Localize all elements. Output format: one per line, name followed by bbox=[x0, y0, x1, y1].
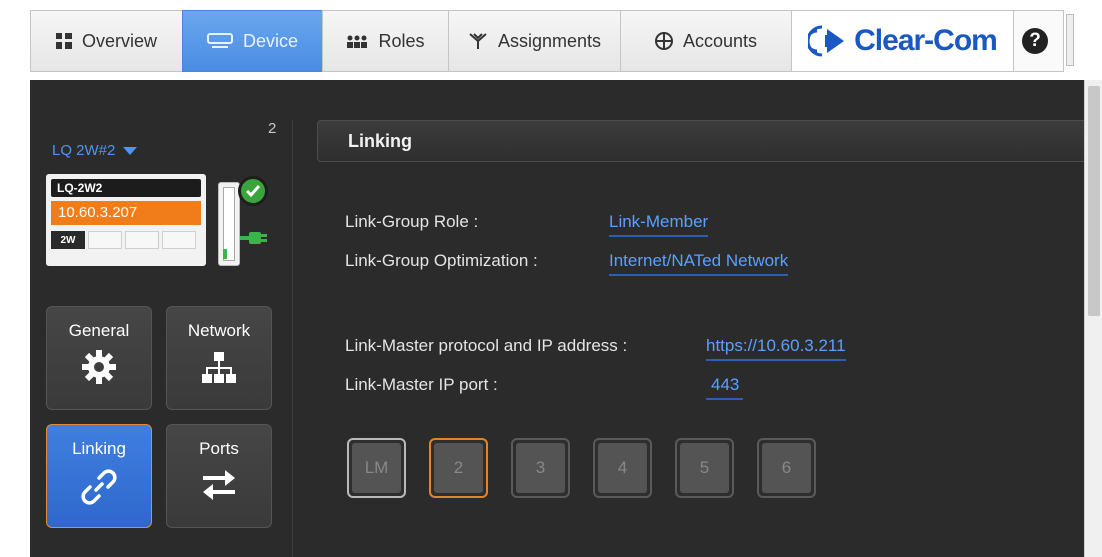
node-label: 5 bbox=[680, 443, 729, 493]
port-slot bbox=[88, 231, 122, 249]
tab-label: Roles bbox=[378, 30, 425, 51]
tab-assignments[interactable]: Assignments bbox=[448, 10, 620, 72]
port-slot bbox=[125, 231, 159, 249]
brand-logo: Clear-Com bbox=[792, 10, 1014, 72]
page-scrollbar[interactable] bbox=[1084, 80, 1102, 557]
tab-device[interactable]: Device bbox=[182, 10, 322, 72]
help-area: ? bbox=[1014, 10, 1064, 72]
gear-icon bbox=[82, 350, 116, 384]
help-icon[interactable]: ? bbox=[1022, 28, 1048, 54]
nav-tabs: Overview Device Roles Assignments Accoun… bbox=[30, 10, 792, 72]
caret-down-icon bbox=[123, 146, 138, 155]
app-area: 2 LQ 2W#2 LQ-2W2 10.60.3.207 2W General … bbox=[30, 80, 1084, 557]
tab-label: Assignments bbox=[497, 30, 602, 51]
link-plug-icon bbox=[240, 232, 267, 244]
port-slot bbox=[162, 231, 196, 249]
device-status bbox=[218, 176, 274, 266]
sidebar-divider bbox=[292, 120, 293, 557]
node-label: 3 bbox=[516, 443, 565, 493]
assignments-icon bbox=[469, 33, 487, 49]
link-group-optimization-value[interactable]: Internet/NATed Network bbox=[609, 251, 789, 276]
link-master-port-label: Link-Master IP port : bbox=[345, 375, 498, 394]
header-scrollbar[interactable] bbox=[1066, 14, 1074, 66]
device-selector[interactable]: LQ 2W#2 bbox=[52, 142, 138, 159]
tab-roles[interactable]: Roles bbox=[322, 10, 448, 72]
link-master-ip-value[interactable]: https://10.60.3.211 bbox=[706, 336, 846, 361]
link-node-buttons: LM 2 3 4 5 6 bbox=[347, 438, 816, 498]
level-meter bbox=[218, 182, 240, 266]
device-ip: 10.60.3.207 bbox=[51, 201, 201, 225]
node-label: 4 bbox=[598, 443, 647, 493]
clear-com-logo-icon bbox=[808, 25, 845, 57]
tile-label: Network bbox=[187, 321, 251, 340]
node-button-lm[interactable]: LM bbox=[347, 438, 406, 498]
scrollbar-thumb[interactable] bbox=[1088, 86, 1100, 316]
port-type-badge: 2W bbox=[51, 231, 85, 249]
link-master-ip-label: Link-Master protocol and IP address : bbox=[345, 336, 628, 355]
node-button-3[interactable]: 3 bbox=[511, 438, 570, 498]
accounts-icon bbox=[654, 32, 673, 50]
section-title: Linking bbox=[317, 120, 1084, 162]
node-button-2[interactable]: 2 bbox=[429, 438, 488, 498]
tab-label: Overview bbox=[81, 30, 157, 51]
network-icon bbox=[202, 352, 236, 383]
device-selector-label: LQ 2W#2 bbox=[52, 142, 116, 159]
node-button-6[interactable]: 6 bbox=[757, 438, 816, 498]
linking-panel: Linking Link-Group Role : Link-Member Li… bbox=[317, 120, 1084, 557]
device-ports: 2W bbox=[51, 231, 201, 249]
device-icon bbox=[206, 33, 233, 48]
link-group-optimization-label: Link-Group Optimization : bbox=[345, 251, 538, 270]
node-button-5[interactable]: 5 bbox=[675, 438, 734, 498]
tile-linking[interactable]: Linking bbox=[46, 424, 152, 528]
tab-overview[interactable]: Overview bbox=[30, 10, 182, 72]
link-icon bbox=[81, 469, 117, 505]
link-group-role-value[interactable]: Link-Member bbox=[609, 212, 709, 237]
tile-label: General bbox=[68, 321, 130, 340]
node-button-4[interactable]: 4 bbox=[593, 438, 652, 498]
tile-network[interactable]: Network bbox=[166, 306, 272, 410]
link-master-port-value[interactable]: 443 bbox=[706, 375, 744, 400]
tile-general[interactable]: General bbox=[46, 306, 152, 410]
device-count: 2 bbox=[268, 120, 277, 137]
tile-ports[interactable]: Ports bbox=[166, 424, 272, 528]
tab-label: Device bbox=[242, 30, 299, 51]
roles-icon bbox=[347, 35, 368, 48]
sidebar: 2 LQ 2W#2 LQ-2W2 10.60.3.207 2W General … bbox=[30, 80, 292, 557]
top-navigation: Overview Device Roles Assignments Accoun… bbox=[0, 0, 1102, 80]
tab-accounts[interactable]: Accounts bbox=[620, 10, 792, 72]
node-label: 2 bbox=[434, 443, 483, 493]
status-ok-icon bbox=[238, 176, 268, 206]
brand-text: Clear-Com bbox=[854, 24, 998, 57]
node-label: LM bbox=[352, 443, 401, 493]
arrows-icon bbox=[203, 470, 235, 500]
device-model: LQ-2W2 bbox=[51, 179, 201, 197]
grid-icon bbox=[55, 33, 72, 49]
node-label: 6 bbox=[762, 443, 811, 493]
tile-label: Ports bbox=[199, 439, 239, 458]
tile-label: Linking bbox=[72, 439, 126, 458]
tab-label: Accounts bbox=[682, 30, 758, 51]
link-group-role-label: Link-Group Role : bbox=[345, 212, 479, 231]
device-card[interactable]: LQ-2W2 10.60.3.207 2W bbox=[46, 174, 206, 266]
